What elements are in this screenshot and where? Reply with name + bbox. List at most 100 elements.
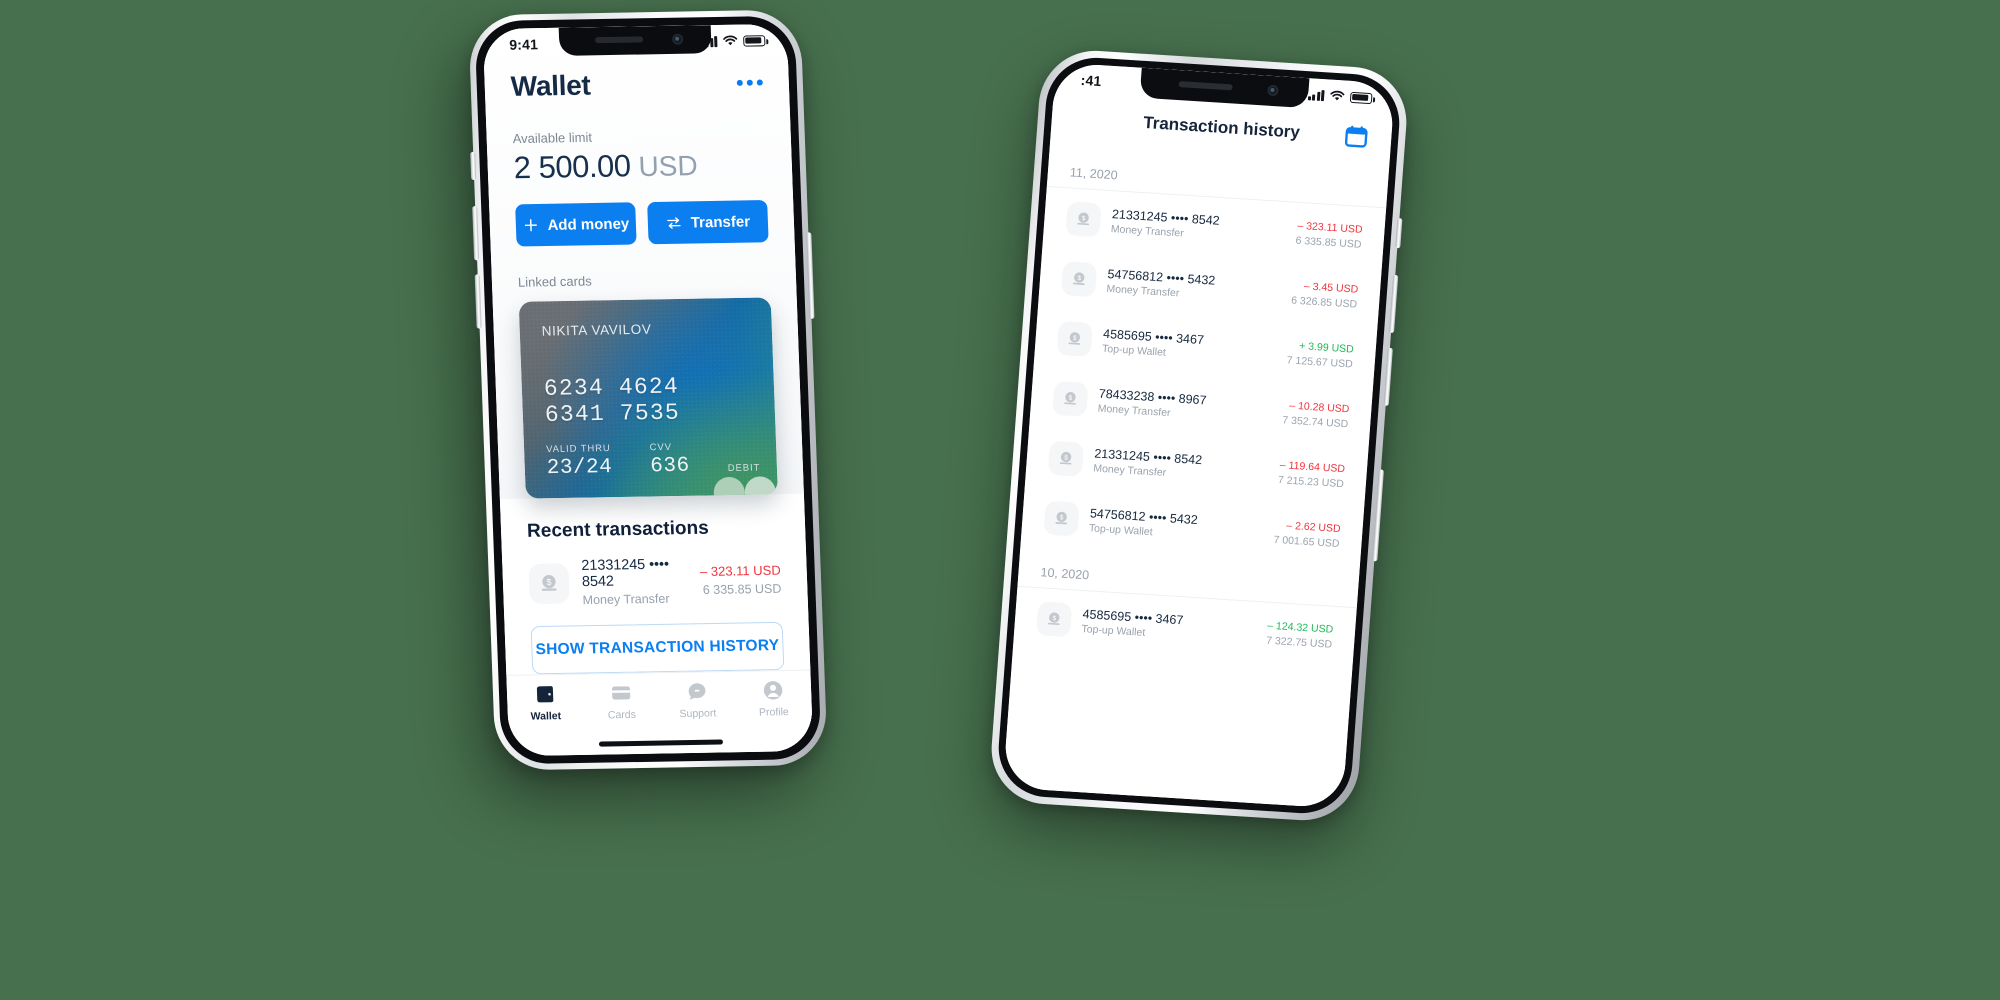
scene: :41 Transaction history 11, 2020 $ 21331… <box>0 0 2000 1000</box>
phone-bezel-left: 9:41 Wallet Available limit 2 500.00 USD… <box>474 15 822 765</box>
page-title-history: Transaction history <box>1142 112 1301 142</box>
front-camera-left <box>671 33 684 45</box>
transaction-amount: – 323.11 USD <box>699 562 781 580</box>
quick-actions: Add money Transfer <box>515 199 769 247</box>
recent-transactions-section: Recent transactions $ 21331245 •••• 8542… <box>499 493 811 675</box>
earpiece-speaker-right <box>1178 81 1233 91</box>
history-row-amounts: – 119.64 USD 7 215.23 USD <box>1278 459 1346 490</box>
notch-left <box>558 25 712 56</box>
history-balance: 7 215.23 USD <box>1277 473 1345 490</box>
transaction-balance: 6 335.85 USD <box>702 581 782 598</box>
valid-thru-block: VALID THRU 23/24 <box>546 443 613 480</box>
history-row-text: 4585695 •••• 3467 Top-up Wallet <box>1081 607 1257 646</box>
history-row-text: 4585695 •••• 3467 Top-up Wallet <box>1102 327 1278 366</box>
money-coin-icon: $ <box>1056 320 1093 358</box>
wallet-header: Wallet <box>510 58 763 103</box>
history-row-text: 78433238 •••• 8967 Money Transfer <box>1097 387 1273 426</box>
tab-support[interactable]: Support <box>659 679 736 720</box>
balance-currency: USD <box>637 149 699 183</box>
phone-transaction-history: :41 Transaction history 11, 2020 $ 21331… <box>987 47 1411 824</box>
card-holder-name: NIKITA VAVILOV <box>541 321 652 339</box>
wallet-app: Wallet Available limit 2 500.00 USD Add … <box>482 23 814 757</box>
add-money-label: Add money <box>547 214 630 234</box>
screen-right: :41 Transaction history 11, 2020 $ 21331… <box>1002 62 1396 809</box>
transfer-button[interactable]: Transfer <box>647 199 769 245</box>
svg-text:$: $ <box>546 577 551 587</box>
history-group: 10, 2020 $ 4585695 •••• 3467 Top-up Wall… <box>1013 546 1360 668</box>
front-camera-right <box>1267 84 1279 97</box>
transfer-label: Transfer <box>690 212 751 231</box>
support-chat-icon <box>688 683 706 701</box>
transaction-row[interactable]: $ 21331245 •••• 8542 Money Transfer – 32… <box>528 555 782 609</box>
history-row-amounts: – 124.32 USD 7 322.75 USD <box>1266 619 1334 650</box>
history-amount: – 119.64 USD <box>1279 458 1346 475</box>
history-row-text: 21331245 •••• 8542 Money Transfer <box>1110 207 1286 246</box>
valid-thru-value: 23/24 <box>546 455 613 481</box>
history-row-text: 54756812 •••• 5432 Top-up Wallet <box>1088 506 1264 545</box>
more-options-icon[interactable] <box>736 79 763 86</box>
wallet-icon <box>536 686 554 703</box>
history-balance: 7 352.74 USD <box>1281 413 1349 430</box>
history-list[interactable]: 11, 2020 $ 21331245 •••• 8542 Money Tran… <box>1003 146 1389 809</box>
history-group: 11, 2020 $ 21331245 •••• 8542 Money Tran… <box>1020 146 1389 567</box>
page-title-wallet: Wallet <box>510 69 591 102</box>
tab-cards-label: Cards <box>607 709 637 722</box>
transaction-account: 21331245 •••• 8542 <box>581 556 670 591</box>
history-balance: 7 322.75 USD <box>1265 634 1333 651</box>
history-balance: 7 125.67 USD <box>1286 353 1354 370</box>
history-row-text: 54756812 •••• 5432 Money Transfer <box>1106 267 1282 306</box>
card-bottom-row: VALID THRU 23/24 CVV 636 DEBIT <box>546 440 777 499</box>
tab-wallet-label: Wallet <box>530 710 562 724</box>
cvv-block: CVV 636 <box>649 442 690 479</box>
home-indicator[interactable] <box>508 729 814 757</box>
money-coin-icon: $ <box>1043 500 1080 537</box>
money-coin-icon: $ <box>1052 380 1089 417</box>
card-icon <box>611 686 631 701</box>
history-amount: – 323.11 USD <box>1297 219 1363 236</box>
recent-transactions-title: Recent transactions <box>526 517 710 542</box>
transaction-text: 21331245 •••• 8542 Money Transfer <box>581 556 688 607</box>
history-amount: – 124.32 USD <box>1266 619 1334 636</box>
tab-wallet[interactable]: Wallet <box>507 682 584 723</box>
bank-card[interactable]: NIKITA VAVILOV 6234 4624 6341 7535 VALID… <box>518 297 778 499</box>
history-amount: – 2.62 USD <box>1285 519 1342 535</box>
card-brand-block: DEBIT <box>713 462 777 499</box>
tab-profile[interactable]: Profile <box>735 678 812 719</box>
money-coin-icon: $ <box>1060 261 1098 298</box>
transaction-category: Money Transfer <box>582 591 670 608</box>
transaction-amounts: – 323.11 USD 6 335.85 USD <box>700 563 782 598</box>
history-row-amounts: – 10.28 USD 7 352.74 USD <box>1282 399 1350 430</box>
phone-wallet: 9:41 Wallet Available limit 2 500.00 USD… <box>468 9 828 771</box>
silent-switch-left[interactable] <box>470 151 477 181</box>
transfer-arrows-icon <box>667 217 681 229</box>
earpiece-speaker-left <box>595 36 644 44</box>
phone-bezel-right: :41 Transaction history 11, 2020 $ 21331… <box>995 54 1403 817</box>
money-coin-icon: $ <box>1065 201 1102 238</box>
history-balance: 6 326.85 USD <box>1290 294 1358 311</box>
plus-icon <box>524 219 537 232</box>
history-row-amounts: – 3.45 USD 6 326.85 USD <box>1291 279 1359 310</box>
history-balance: 7 001.65 USD <box>1273 533 1340 550</box>
cvv-label: CVV <box>649 441 673 454</box>
history-amount: + 3.99 USD <box>1298 339 1355 356</box>
calendar-icon[interactable] <box>1342 123 1370 151</box>
history-row-text: 21331245 •••• 8542 Money Transfer <box>1093 446 1269 485</box>
history-amount: – 3.45 USD <box>1303 279 1359 296</box>
tab-cards[interactable]: Cards <box>583 681 660 722</box>
tab-support-label: Support <box>679 707 717 721</box>
transaction-history-app: Transaction history 11, 2020 $ 21331245 … <box>1002 62 1396 809</box>
silent-switch-right[interactable] <box>1395 218 1403 249</box>
screen-left: 9:41 Wallet Available limit 2 500.00 USD… <box>482 23 814 757</box>
show-transaction-history-button[interactable]: SHOW TRANSACTION HISTORY <box>530 621 785 675</box>
money-coin-icon: $ <box>528 562 570 604</box>
wallet-top-section: Wallet Available limit 2 500.00 USD Add … <box>482 23 804 500</box>
linked-cards-label: Linked cards <box>517 273 592 290</box>
history-amount: – 10.28 USD <box>1288 399 1350 415</box>
card-number: 6234 4624 6341 7535 <box>543 373 681 428</box>
available-limit-label: Available limit <box>512 129 593 147</box>
valid-thru-label: VALID THRU <box>545 442 611 456</box>
available-limit-row: 2 500.00 USD <box>513 146 766 187</box>
history-balance: 6 335.85 USD <box>1295 234 1362 251</box>
add-money-button[interactable]: Add money <box>515 202 637 247</box>
cvv-value: 636 <box>649 454 691 479</box>
